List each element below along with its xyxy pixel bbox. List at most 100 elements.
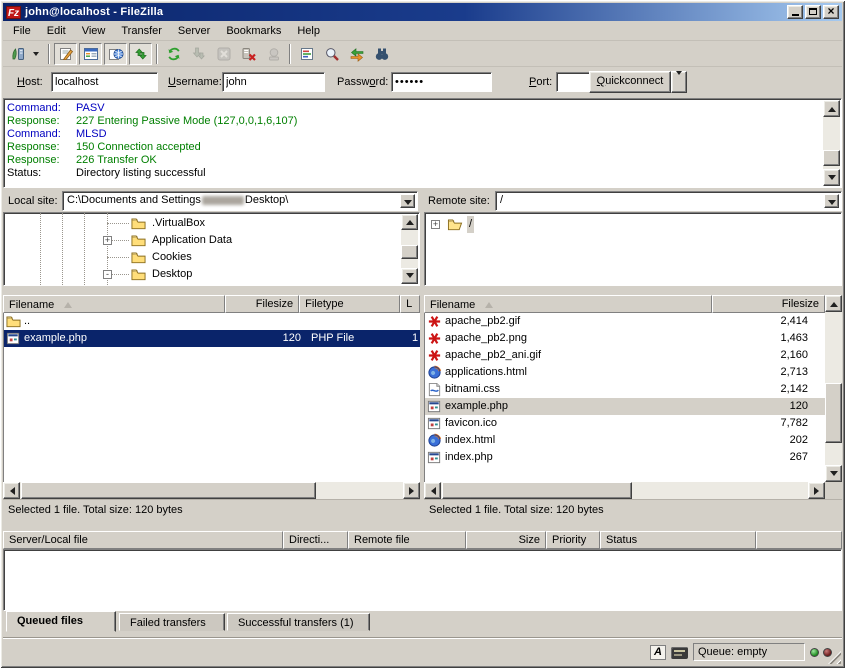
col-filesize[interactable]: Filesize [712,295,825,313]
queue-col-priority[interactable]: Priority [546,531,600,549]
remote-site-combobox[interactable]: / [495,191,842,211]
log-scrollbar[interactable] [823,100,840,186]
synchronized-browsing-button[interactable] [345,43,368,65]
file-row-index.php[interactable]: index.php 267 [425,449,825,466]
toggle-transfer-queue-button[interactable] [129,43,152,65]
site-manager-dropdown-button[interactable] [31,43,44,65]
menu-view[interactable]: View [74,23,114,39]
chevron-down-icon [33,52,39,59]
cancel-button[interactable] [212,43,235,65]
file-row-bitnami.css[interactable]: bitnami.css 2,142 [425,381,825,398]
tab-failed-transfers[interactable]: Failed transfers [119,613,225,631]
local-path-prefix: C:\Documents and Settings [67,194,201,206]
file-row-example.php[interactable]: example.php 120 PHP File 1 [4,330,420,347]
menu-help[interactable]: Help [289,23,328,39]
tree-item[interactable]: + Application Data [4,232,402,249]
titlebar[interactable]: Fz john@localhost - FileZilla × [3,3,842,21]
filter-button[interactable] [295,43,318,65]
queue-col-directi-[interactable]: Directi... [283,531,348,549]
username-input[interactable] [222,72,325,92]
tree-expander[interactable]: + [431,220,440,229]
synchronized-browsing-icon [349,46,365,62]
tree-expander[interactable]: + [103,236,112,245]
tree-item[interactable]: .VirtualBox [4,215,402,232]
file-row-index.html[interactable]: index.html 202 [425,432,825,449]
remote-list-scrollbar-thumb[interactable] [825,383,842,443]
menu-edit[interactable]: Edit [39,23,74,39]
menu-file[interactable]: File [5,23,39,39]
folder-icon [6,314,21,329]
folder-icon [131,233,147,248]
col-filetype[interactable]: Filetype [299,295,400,313]
quickconnect-dropdown-button[interactable] [671,71,687,93]
abort-button[interactable] [262,43,285,65]
menu-bookmarks[interactable]: Bookmarks [218,23,289,39]
col-filename[interactable]: Filename [3,295,225,313]
col-filename[interactable]: Filename [424,295,712,313]
file-row-apache_pb2.gif[interactable]: apache_pb2.gif 2,414 [425,313,825,330]
host-input[interactable] [51,72,158,92]
local-hscroll-thumb[interactable] [21,482,316,499]
col-l[interactable]: L [400,295,420,313]
tree-item[interactable]: + / [431,216,839,233]
menu-server[interactable]: Server [170,23,218,39]
local-tree-scrollbar[interactable] [401,214,418,284]
toggle-message-log-button[interactable] [54,43,77,65]
tab-successful-transfers-1-[interactable]: Successful transfers (1) [227,613,370,631]
remote-list-scrollbar[interactable] [825,295,842,482]
file-row-example.php[interactable]: example.php 120 [425,398,825,415]
site-manager-button[interactable] [6,43,29,65]
toolbar [3,40,842,66]
local-directory-tree[interactable]: .VirtualBox + Application Data Cookies -… [3,212,420,286]
file-row-applications.html[interactable]: applications.html 2,713 [425,364,825,381]
remote-site-dropdown-button[interactable] [824,194,839,208]
menu-bar: FileEditViewTransferServerBookmarksHelp [3,21,842,40]
col-filesize[interactable]: Filesize [225,295,299,313]
process-queue-button[interactable] [187,43,210,65]
local-site-dropdown-button[interactable] [400,194,415,208]
tree-item[interactable]: - Desktop [4,266,402,283]
php-file-icon [427,416,442,431]
tree-expander[interactable]: - [103,270,112,279]
scroll-down-icon [830,471,838,480]
remote-hscroll-thumb[interactable] [442,482,632,499]
maximize-button[interactable] [805,5,821,19]
directory-comparison-icon [374,46,390,62]
local-site-combobox[interactable]: C:\Documents and SettingsDesktop\ [62,191,418,211]
queue-col-empty [756,531,842,549]
local-horizontal-scrollbar[interactable] [3,482,420,499]
remote-directory-tree[interactable]: + / [424,212,842,286]
local-list-header: FilenameFilesizeFiletypeL [3,295,420,313]
quickconnect-button[interactable]: Quickconnect [589,71,671,93]
local-file-list[interactable]: .. example.php 120 PHP File 1 [3,313,420,482]
file-search-button[interactable] [320,43,343,65]
file-row-favicon.ico[interactable]: favicon.ico 7,782 [425,415,825,432]
queue-col-remote-file[interactable]: Remote file [348,531,466,549]
queue-col-server-local-file[interactable]: Server/Local file [3,531,283,549]
queue-col-size[interactable]: Size [466,531,546,549]
local-tree-scrollbar-thumb[interactable] [401,245,418,259]
password-input[interactable] [391,72,492,92]
close-button[interactable]: × [823,5,839,19]
tab-queued-files[interactable]: Queued files [6,611,116,632]
toggle-remote-tree-button[interactable] [104,43,127,65]
data-type-indicator-icon: A [650,645,666,660]
toggle-local-tree-button[interactable] [79,43,102,65]
remote-file-list[interactable]: apache_pb2.gif 2,414 apache_pb2.png 1,46… [424,313,825,482]
transfer-queue-list[interactable] [3,549,842,611]
file-row-apache_pb2_ani.gif[interactable]: apache_pb2_ani.gif 2,160 [425,347,825,364]
remote-horizontal-scrollbar[interactable] [424,482,825,499]
tree-item[interactable]: Cookies [4,249,402,266]
image-file-icon [427,348,442,363]
directory-comparison-button[interactable] [370,43,393,65]
log-scrollbar-thumb[interactable] [823,150,840,166]
filter-icon [299,46,315,62]
disconnect-button[interactable] [237,43,260,65]
file-row-..[interactable]: .. [4,313,420,330]
file-row-apache_pb2.png[interactable]: apache_pb2.png 1,463 [425,330,825,347]
minimize-button[interactable] [787,5,803,19]
queue-col-status[interactable]: Status [600,531,756,549]
menu-transfer[interactable]: Transfer [113,23,170,39]
refresh-button[interactable] [162,43,185,65]
site-manager-icon [10,46,26,62]
